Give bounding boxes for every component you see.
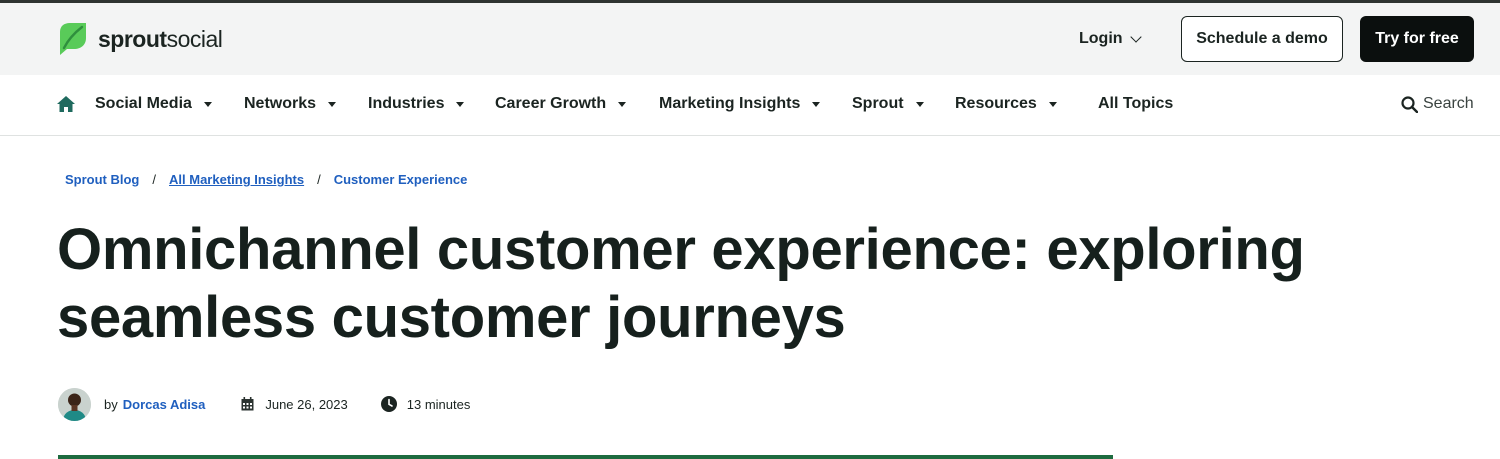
caret-down-icon xyxy=(456,101,465,107)
nav-item-label: Resources xyxy=(955,95,1037,112)
breadcrumb-all-marketing-insights[interactable]: All Marketing Insights xyxy=(169,172,304,187)
article-title-line-2: seamless customer journeys xyxy=(57,285,846,350)
sprout-social-logo[interactable]: sproutsocial xyxy=(58,22,223,56)
nav-item-networks[interactable]: Networks xyxy=(244,95,337,113)
search-button[interactable]: Search xyxy=(1401,95,1474,113)
caret-down-icon xyxy=(812,101,821,107)
publish-date: June 26, 2023 xyxy=(265,396,348,412)
article-title: Omnichannel customer experience: explori… xyxy=(57,216,1357,352)
hero-image-top-border xyxy=(58,455,1113,459)
clock-icon xyxy=(380,396,397,412)
schedule-demo-button[interactable]: Schedule a demo xyxy=(1181,16,1343,62)
nav-item-label: Career Growth xyxy=(495,95,607,112)
caret-down-icon xyxy=(203,101,212,107)
by-label: by xyxy=(104,396,118,412)
calendar-icon xyxy=(241,397,254,411)
nav-item-label: Social Media xyxy=(95,95,192,112)
author-avatar[interactable] xyxy=(58,387,91,421)
search-icon xyxy=(1401,95,1418,113)
breadcrumb-separator: / xyxy=(152,172,157,187)
nav-item-resources[interactable]: Resources xyxy=(955,95,1057,113)
breadcrumb: Sprout Blog / All Marketing Insights / C… xyxy=(65,172,467,187)
caret-down-icon xyxy=(328,101,337,107)
chevron-down-icon xyxy=(1129,31,1142,43)
nav-item-label: All Topics xyxy=(1098,95,1174,112)
nav-item-label: Sprout xyxy=(852,95,904,112)
try-for-free-button[interactable]: Try for free xyxy=(1360,16,1474,62)
site-header: sproutsocial Login Schedule a demo Try f… xyxy=(0,3,1500,75)
nav-item-label: Industries xyxy=(368,95,445,112)
nav-item-marketing-insights[interactable]: Marketing Insights xyxy=(659,95,821,113)
logo-wordmark: sproutsocial xyxy=(98,25,223,52)
caret-down-icon xyxy=(1048,101,1057,107)
home-icon[interactable] xyxy=(57,96,75,117)
sprout-leaf-icon xyxy=(60,23,86,55)
article-meta: by Dorcas Adisa June 26, 2023 13 minutes xyxy=(58,387,470,421)
caret-down-icon xyxy=(915,101,924,107)
read-time: 13 minutes xyxy=(406,396,471,412)
article-title-line-1: Omnichannel customer experience: explori… xyxy=(57,217,1305,282)
login-menu[interactable]: Login xyxy=(1079,30,1142,48)
login-label: Login xyxy=(1079,30,1123,47)
main-nav: Social Media Networks Industries Career … xyxy=(0,75,1500,136)
nav-item-career-growth[interactable]: Career Growth xyxy=(495,95,627,113)
caret-down-icon xyxy=(618,101,627,107)
nav-item-all-topics[interactable]: All Topics xyxy=(1098,95,1173,113)
nav-item-label: Networks xyxy=(244,95,317,112)
search-label: Search xyxy=(1423,95,1474,112)
nav-item-label: Marketing Insights xyxy=(659,95,801,112)
nav-item-social-media[interactable]: Social Media xyxy=(95,95,212,113)
author-link[interactable]: Dorcas Adisa xyxy=(123,397,206,412)
nav-item-industries[interactable]: Industries xyxy=(368,95,465,113)
breadcrumb-customer-experience[interactable]: Customer Experience xyxy=(334,172,468,187)
breadcrumb-separator: / xyxy=(317,172,321,187)
breadcrumb-sprout-blog[interactable]: Sprout Blog xyxy=(65,172,139,187)
nav-item-sprout[interactable]: Sprout xyxy=(852,95,924,113)
